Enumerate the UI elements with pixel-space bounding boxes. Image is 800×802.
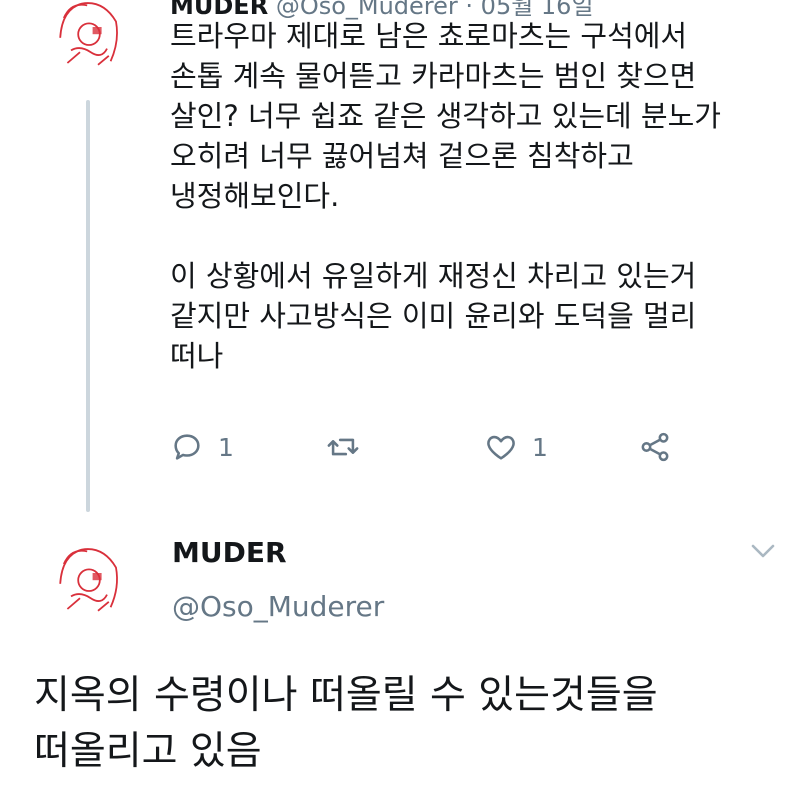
retweet-button[interactable] — [326, 425, 374, 469]
reply-count: 1 — [218, 432, 234, 462]
tweet-actions: 1 1 — [170, 425, 690, 469]
reply-icon — [174, 434, 200, 460]
like-button[interactable]: 1 — [484, 425, 548, 469]
main-tweet-name[interactable]: MUDER — [172, 536, 287, 569]
main-tweet-text: 지옥의 수령이나 떠올릴 수 있는것들을 떠올리고 있음 — [34, 673, 658, 774]
like-count: 1 — [532, 432, 548, 462]
reply-button[interactable]: 1 — [170, 425, 234, 469]
retweet-icon — [327, 438, 359, 456]
top-tweet-text: 트라우마 제대로 남은 쵸로마츠는 구석에서 손톱 계속 물어뜯고 카라마츠는 … — [170, 19, 721, 373]
chevron-down-icon[interactable] — [748, 540, 778, 562]
avatar[interactable] — [44, 528, 134, 618]
thread-line — [86, 100, 90, 512]
main-tweet-handle[interactable]: @Oso_Muderer — [172, 590, 384, 623]
share-button[interactable] — [638, 425, 686, 469]
share-icon — [641, 432, 669, 462]
heart-icon — [487, 435, 515, 460]
avatar[interactable] — [44, 0, 134, 72]
